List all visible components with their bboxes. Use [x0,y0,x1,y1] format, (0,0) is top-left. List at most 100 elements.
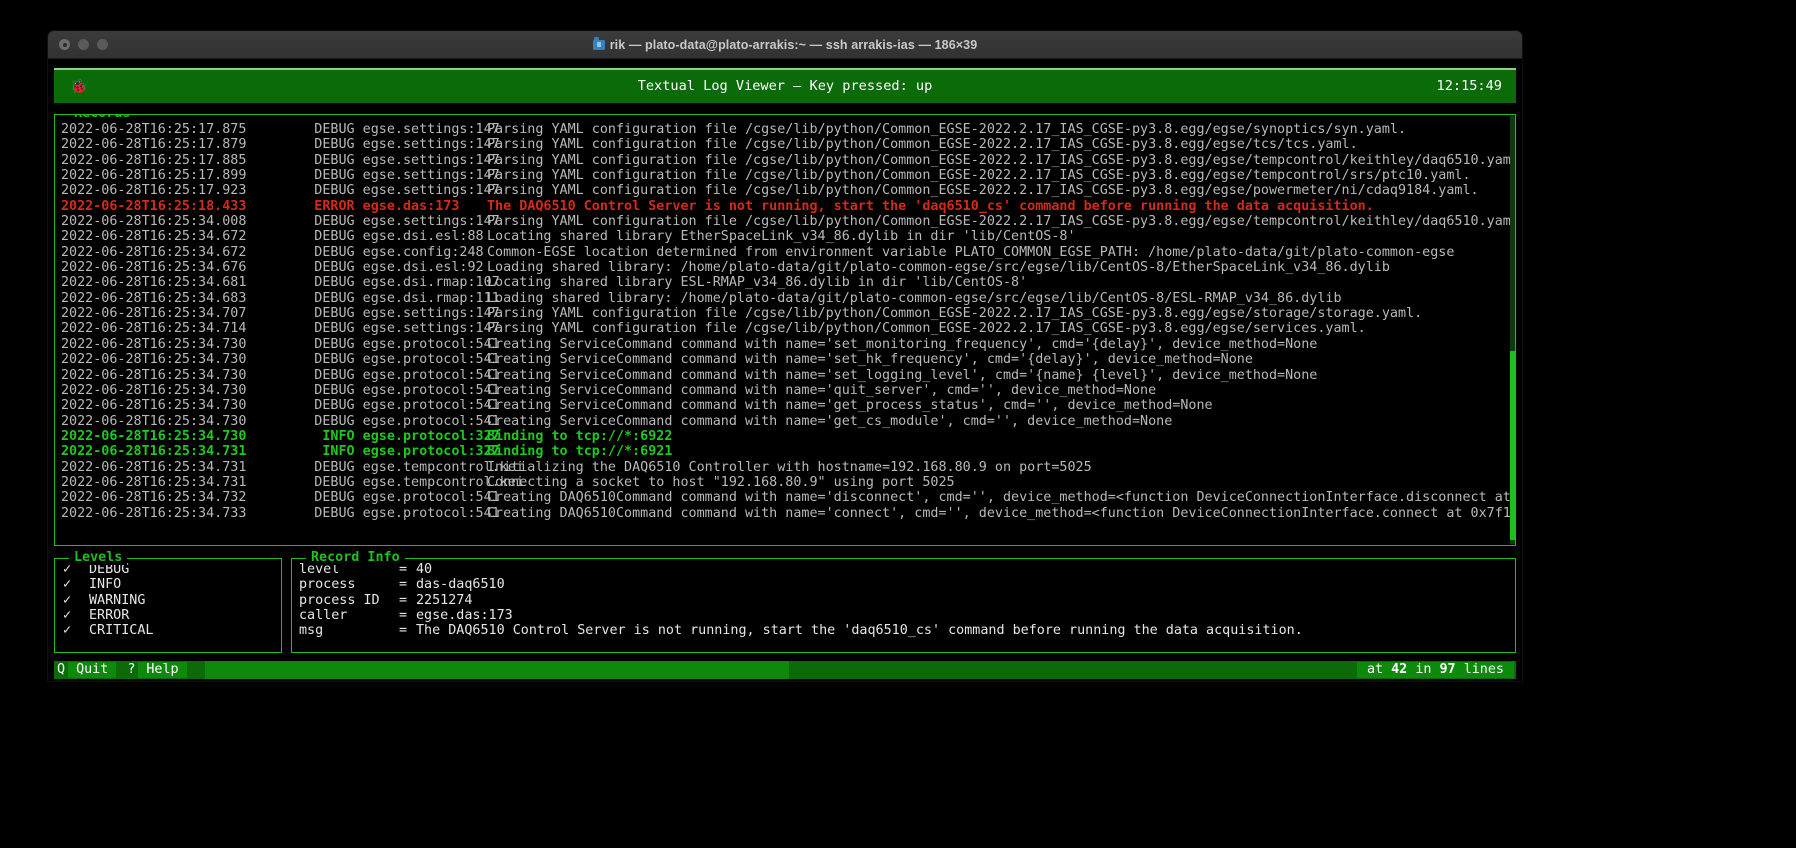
level-filter-error[interactable]: ✓ ERROR [63,608,281,623]
log-level-and-logger: DEBUG egse.settings:147 [274,321,500,337]
record-info-row: level = 40 [299,562,1515,577]
level-label: ERROR [89,608,130,624]
terminal-window: rik — plato-data@plato-arrakis:~ — ssh a… [48,31,1522,681]
log-message: Binding to tcp://*:6922 [487,428,673,444]
log-record-row[interactable]: 2022-06-28T16:25:34.676 DEBUG egse.dsi.e… [61,260,1513,275]
records-scrollbar-thumb[interactable] [1510,351,1515,540]
records-scrollbar[interactable] [1510,116,1515,544]
quit-button[interactable]: Quit [68,662,117,678]
log-record-row[interactable]: 2022-06-28T16:25:34.008 DEBUG egse.setti… [61,214,1513,229]
log-record-row[interactable]: 2022-06-28T16:25:17.899 DEBUG egse.setti… [61,168,1513,183]
record-info-equals: = [399,623,408,639]
log-message: Parsing YAML configuration file /cgse/li… [487,152,1513,168]
log-record-row[interactable]: 2022-06-28T16:25:34.730 DEBUG egse.proto… [61,398,1513,413]
log-timestamp: 2022-06-28T16:25:34.730 [61,382,247,398]
check-icon[interactable]: ✓ [63,593,89,608]
log-message: Locating shared library EtherSpaceLink_v… [487,229,1076,245]
record-info-equals: = [399,592,408,608]
log-record-row[interactable]: 2022-06-28T16:25:17.879 DEBUG egse.setti… [61,137,1513,152]
records-panel[interactable]: Records 2022-06-28T16:25:17.875 DEBUG eg… [54,114,1516,546]
log-record-row[interactable]: 2022-06-28T16:25:34.730 INFO egse.protoc… [61,429,1513,444]
levels-panel[interactable]: Levels ✓ DEBUG ✓ INFO ✓ WARNING ✓ ERROR ✓ CRITICA… [54,550,282,653]
levels-panel-title: Levels [69,550,128,566]
log-message: Loading shared library: /home/plato-data… [487,260,1390,276]
log-level-and-logger: DEBUG egse.tempcontrol.kei [274,459,524,475]
check-icon[interactable]: ✓ [63,577,89,592]
log-timestamp: 2022-06-28T16:25:34.683 [61,290,247,306]
help-button[interactable]: Help [138,662,187,678]
level-filter-critical[interactable]: ✓ CRITICAL [63,623,281,638]
log-message: Creating ServiceCommand command with nam… [487,382,1157,398]
log-record-row[interactable]: 2022-06-28T16:25:18.433 ERROR egse.das:1… [61,199,1513,214]
record-info-equals: = [399,577,408,593]
records-list[interactable]: 2022-06-28T16:25:17.875 DEBUG egse.setti… [61,122,1513,543]
log-record-row[interactable]: 2022-06-28T16:25:34.714 DEBUG egse.setti… [61,321,1513,336]
log-record-row[interactable]: 2022-06-28T16:25:34.732 DEBUG egse.proto… [61,490,1513,505]
log-level-and-logger: DEBUG egse.settings:147 [274,183,500,199]
log-record-row[interactable]: 2022-06-28T16:25:34.730 DEBUG egse.proto… [61,383,1513,398]
record-info-value: 2251274 [416,592,473,608]
log-record-row[interactable]: 2022-06-28T16:25:34.730 DEBUG egse.proto… [61,352,1513,367]
log-timestamp: 2022-06-28T16:25:34.676 [61,260,247,276]
log-message: Parsing YAML configuration file /cgse/li… [487,168,1471,184]
log-message: Parsing YAML configuration file /cgse/li… [487,122,1407,137]
log-record-row[interactable]: 2022-06-28T16:25:17.875 DEBUG egse.setti… [61,122,1513,137]
check-icon[interactable]: ✓ [63,623,89,638]
window-traffic-lights [59,39,108,50]
log-level-and-logger: DEBUG egse.protocol:541 [274,413,500,429]
minimize-button[interactable] [78,39,89,50]
record-info-value: egse.das:173 [416,608,513,624]
window-title: rik — plato-data@plato-arrakis:~ — ssh a… [48,37,1522,52]
status-total: 97 [1439,662,1464,678]
log-message: Creating ServiceCommand command with nam… [487,413,1173,429]
record-info-row: msg = The DAQ6510 Control Server is not ru… [299,623,1515,638]
log-record-row[interactable]: 2022-06-28T16:25:34.672 DEBUG egse.dsi.e… [61,229,1513,244]
levels-list[interactable]: ✓ DEBUG ✓ INFO ✓ WARNING ✓ ERROR ✓ CRITICAL [55,559,281,639]
log-record-row[interactable]: 2022-06-28T16:25:34.707 DEBUG egse.setti… [61,306,1513,321]
log-message: Parsing YAML configuration file /cgse/li… [487,214,1513,230]
log-record-row[interactable]: 2022-06-28T16:25:34.730 DEBUG egse.proto… [61,337,1513,352]
log-message: Connecting a socket to host "192.168.80.… [487,474,955,490]
status-position: 42 [1391,662,1416,678]
footer-highlight-bar [205,661,789,679]
check-icon[interactable]: ✓ [63,608,89,623]
log-timestamp: 2022-06-28T16:25:34.733 [61,505,247,521]
help-key: ? [127,662,136,678]
log-timestamp: 2022-06-28T16:25:17.899 [61,168,247,184]
footer-status: at 42 in 97 lines [1356,662,1514,678]
record-info-panel: Record Info level = 40 process = das-daq6510 p… [291,550,1516,653]
log-level-and-logger: DEBUG egse.settings:147 [274,168,500,184]
log-record-row[interactable]: 2022-06-28T16:25:34.731 DEBUG egse.tempc… [61,475,1513,490]
level-filter-info[interactable]: ✓ INFO [63,577,281,592]
record-info-row: caller = egse.das:173 [299,608,1515,623]
close-button[interactable] [59,39,70,50]
log-message: Creating DAQ6510Command command with nam… [487,490,1513,506]
window-titlebar[interactable]: rik — plato-data@plato-arrakis:~ — ssh a… [48,31,1522,59]
log-timestamp: 2022-06-28T16:25:34.732 [61,490,247,506]
log-level-and-logger: DEBUG egse.settings:147 [274,306,500,322]
level-filter-warning[interactable]: ✓ WARNING [63,593,281,608]
log-record-row[interactable]: 2022-06-28T16:25:34.731 DEBUG egse.tempc… [61,460,1513,475]
log-message: Creating ServiceCommand command with nam… [487,398,1213,414]
log-record-row[interactable]: 2022-06-28T16:25:17.923 DEBUG egse.setti… [61,183,1513,198]
log-record-row[interactable]: 2022-06-28T16:25:34.683 DEBUG egse.dsi.r… [61,291,1513,306]
log-timestamp: 2022-06-28T16:25:34.730 [61,352,247,368]
log-record-row[interactable]: 2022-06-28T16:25:34.672 DEBUG egse.confi… [61,245,1513,260]
log-level-and-logger: DEBUG egse.dsi.rmap:111 [274,290,500,306]
footer-keybindings: Q Quit ? Help [54,662,187,678]
log-message: Common-EGSE location determined from env… [487,244,1455,260]
log-record-row[interactable]: 2022-06-28T16:25:17.885 DEBUG egse.setti… [61,153,1513,168]
zoom-button[interactable] [97,39,108,50]
log-level-and-logger: DEBUG egse.settings:147 [274,152,500,168]
log-record-row[interactable]: 2022-06-28T16:25:34.733 DEBUG egse.proto… [61,506,1513,521]
log-timestamp: 2022-06-28T16:25:34.681 [61,275,247,291]
log-message: Creating ServiceCommand command with nam… [487,352,1253,368]
log-timestamp: 2022-06-28T16:25:34.730 [61,336,247,352]
log-level-and-logger: DEBUG egse.settings:147 [274,214,500,230]
log-record-row[interactable]: 2022-06-28T16:25:34.681 DEBUG egse.dsi.r… [61,275,1513,290]
log-record-row[interactable]: 2022-06-28T16:25:34.730 DEBUG egse.proto… [61,368,1513,383]
app-header-title: Textual Log Viewer — Key pressed: up [637,77,933,94]
level-label: CRITICAL [89,623,154,639]
log-record-row[interactable]: 2022-06-28T16:25:34.730 DEBUG egse.proto… [61,414,1513,429]
log-record-row[interactable]: 2022-06-28T16:25:34.731 INFO egse.protoc… [61,444,1513,459]
